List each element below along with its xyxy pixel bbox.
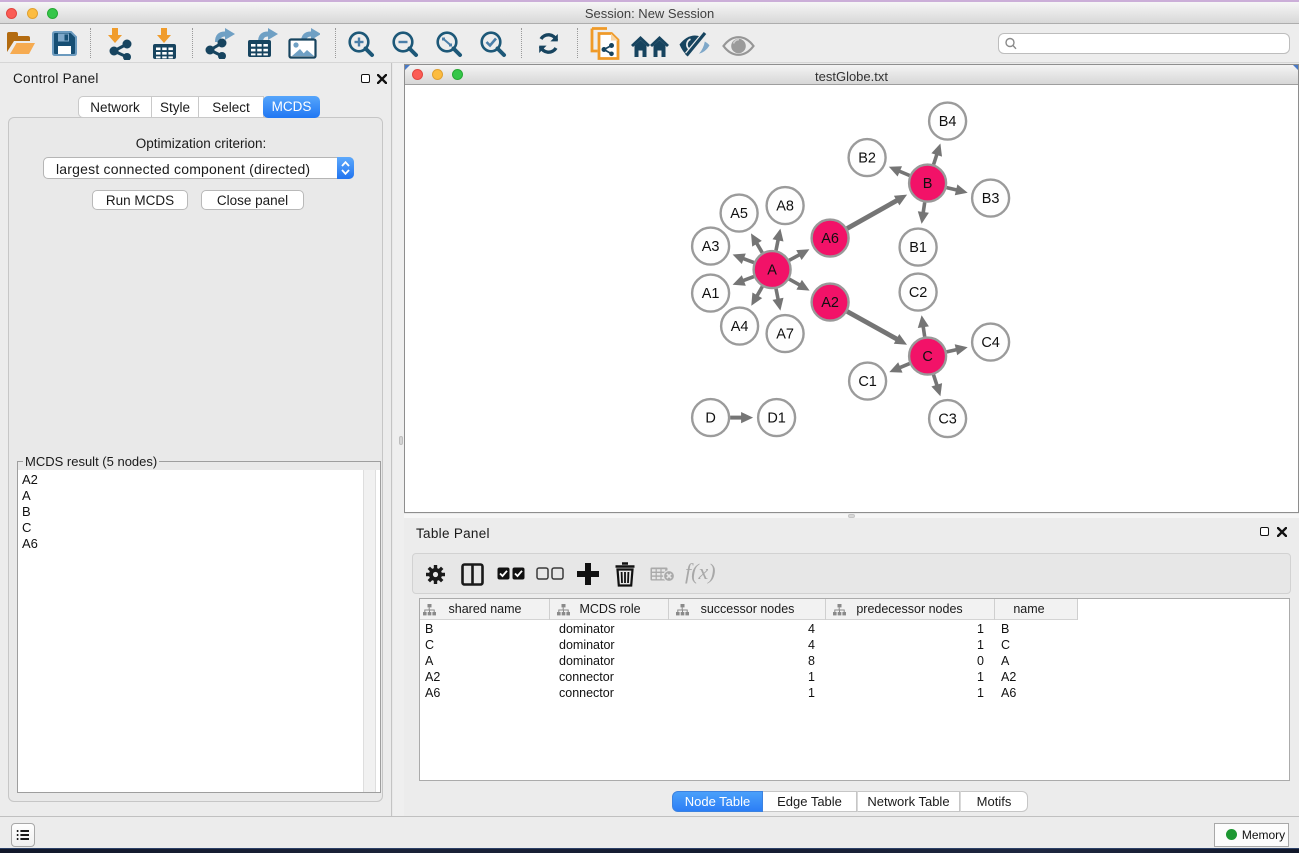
svg-text:B4: B4 [939,114,957,130]
svg-text:A6: A6 [821,231,839,247]
svg-text:A7: A7 [776,327,794,343]
svg-text:B3: B3 [982,191,1000,207]
svg-text:A2: A2 [821,295,839,311]
svg-text:B1: B1 [909,240,927,256]
svg-text:B2: B2 [858,151,876,167]
svg-text:C1: C1 [858,374,877,390]
svg-text:C: C [922,349,932,365]
svg-text:A: A [767,263,777,279]
svg-text:C4: C4 [981,335,1000,351]
svg-text:B: B [923,176,933,192]
svg-text:D: D [705,411,715,427]
svg-text:A5: A5 [730,206,748,222]
svg-text:D1: D1 [767,411,786,427]
svg-text:A4: A4 [731,319,749,335]
svg-text:A3: A3 [702,239,720,255]
svg-text:A1: A1 [702,286,720,302]
svg-text:C3: C3 [938,412,957,428]
svg-text:C2: C2 [909,285,928,301]
svg-text:A8: A8 [776,199,794,215]
